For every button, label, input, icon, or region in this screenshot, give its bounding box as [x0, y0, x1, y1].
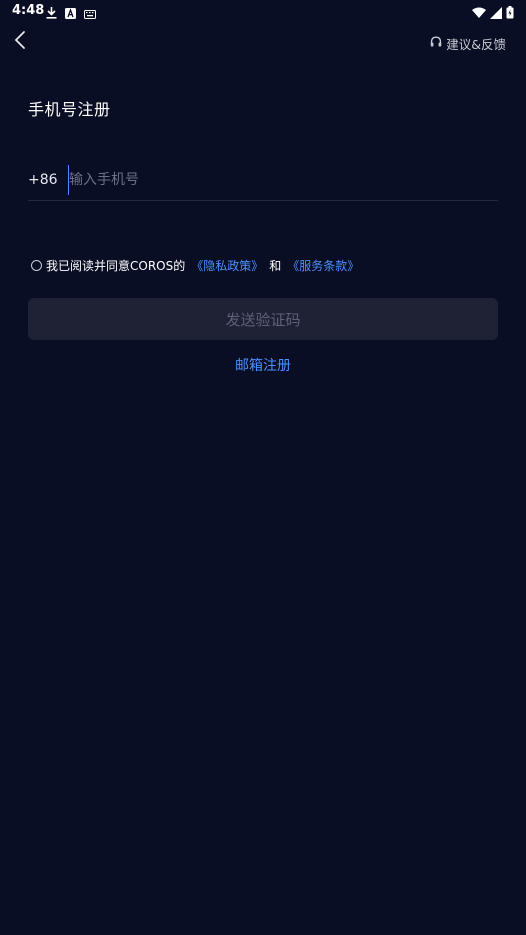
agreement-text: 我已阅读并同意COROS的: [46, 259, 186, 273]
keyboard-icon: [84, 4, 96, 23]
feedback-button[interactable]: 建议&反馈: [430, 34, 506, 53]
back-button[interactable]: [8, 28, 32, 56]
system-icons: [472, 4, 514, 23]
agreement-checkbox[interactable]: [31, 260, 42, 271]
page-title: 手机号注册: [28, 100, 111, 119]
download-icon: [46, 4, 57, 23]
agreement-and-text: 和: [269, 259, 282, 273]
status-bar: 4:48: [0, 0, 526, 22]
feedback-label: 建议&反馈: [446, 37, 506, 52]
agreement-row: 我已阅读并同意COROS的 《隐私政策》 和 《服务条款》: [31, 257, 359, 274]
back-arrow-icon: [14, 30, 26, 54]
notification-icons: [46, 4, 96, 23]
email-register-link[interactable]: 邮箱注册: [0, 355, 526, 375]
top-bar: 建议&反馈: [0, 28, 526, 58]
country-code-selector[interactable]: +86: [28, 172, 68, 188]
battery-icon: [506, 4, 514, 23]
privacy-policy-link[interactable]: 《隐私政策》: [191, 257, 263, 274]
phone-input-row: +86: [28, 160, 498, 201]
app-a-icon: [65, 4, 76, 23]
send-verification-code-button[interactable]: 发送验证码: [28, 298, 498, 340]
signal-icon: [490, 4, 502, 23]
headset-icon: [430, 36, 442, 52]
status-time: 4:48: [12, 3, 45, 18]
terms-of-service-link[interactable]: 《服务条款》: [287, 257, 359, 274]
phone-number-input[interactable]: [68, 165, 498, 195]
wifi-icon: [472, 4, 486, 23]
